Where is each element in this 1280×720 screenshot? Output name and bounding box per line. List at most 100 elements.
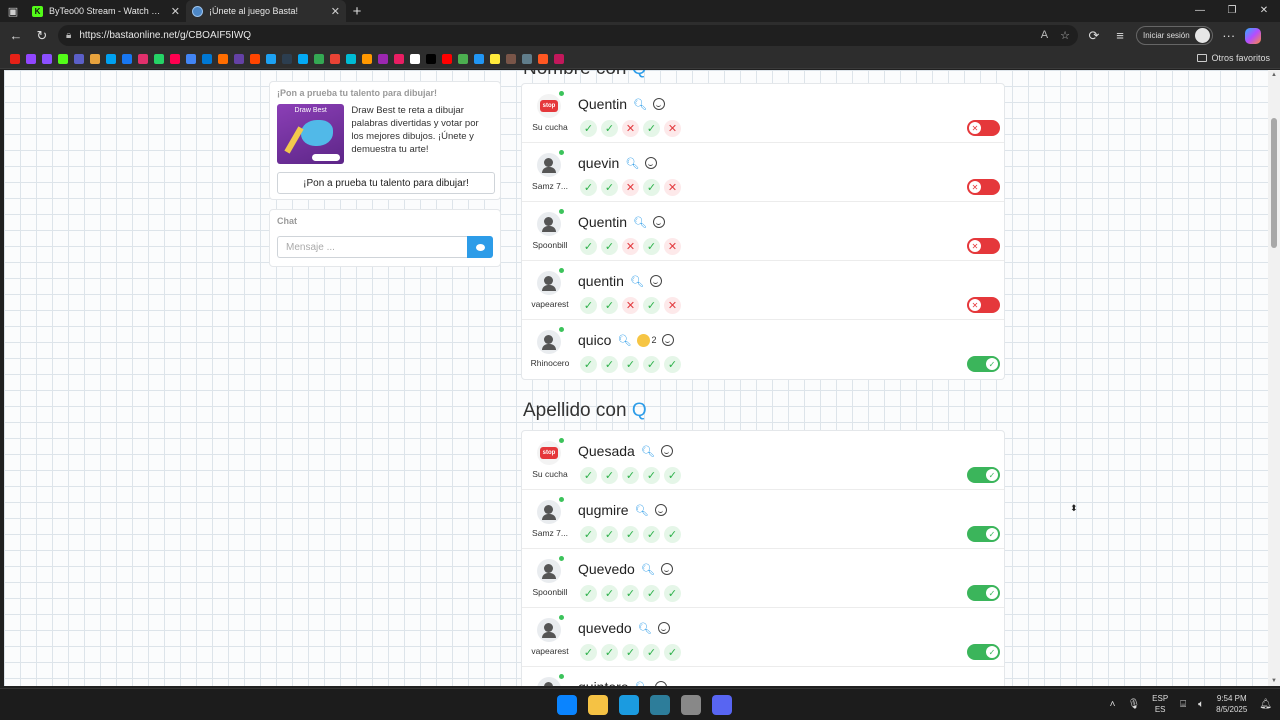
- bookmark-icon[interactable]: [218, 53, 228, 64]
- bookmark-icon[interactable]: [330, 53, 340, 64]
- bookmark-icon[interactable]: [394, 53, 404, 64]
- favorites-icon[interactable]: ≡: [1110, 28, 1130, 43]
- search-icon[interactable]: 🔍︎: [641, 445, 655, 458]
- scroll-down-icon[interactable]: ▼: [1271, 678, 1277, 684]
- bookmark-icon[interactable]: [522, 53, 532, 64]
- bookmark-icon[interactable]: [266, 53, 276, 64]
- bookmark-icon[interactable]: [538, 53, 548, 64]
- bookmark-icon[interactable]: [378, 53, 388, 64]
- bookmark-icon[interactable]: [554, 53, 564, 64]
- tab-basta[interactable]: ¡Únete al juego Basta! ✕: [186, 0, 346, 22]
- bookmark-icon[interactable]: [362, 53, 372, 64]
- bookmark-icon[interactable]: [186, 53, 196, 64]
- bookmark-icon[interactable]: [170, 53, 180, 64]
- network-icon[interactable]: ⌸: [1180, 699, 1186, 710]
- favorite-star-icon[interactable]: ☆: [1060, 29, 1070, 42]
- bookmark-icon[interactable]: [442, 53, 452, 64]
- taskbar-app-icon[interactable]: [650, 695, 670, 715]
- lock-icon[interactable]: 🔒︎: [66, 30, 71, 41]
- bookmark-icon[interactable]: [122, 53, 132, 64]
- add-reaction-icon[interactable]: [654, 681, 667, 686]
- search-icon[interactable]: 🔍︎: [617, 334, 631, 347]
- new-tab-button[interactable]: +: [346, 3, 368, 20]
- search-icon[interactable]: 🔍︎: [633, 216, 647, 229]
- add-reaction-icon[interactable]: [653, 98, 666, 110]
- other-favorites[interactable]: Otros favoritos: [1197, 53, 1270, 63]
- minimize-icon[interactable]: —: [1184, 0, 1216, 22]
- scrollbar-thumb[interactable]: [1271, 118, 1277, 248]
- bookmark-icon[interactable]: [474, 53, 484, 64]
- bookmark-icon[interactable]: [490, 53, 500, 64]
- add-reaction-icon[interactable]: [654, 504, 667, 516]
- close-tab-icon[interactable]: ✕: [171, 5, 180, 18]
- search-icon[interactable]: 🔍︎: [630, 275, 644, 288]
- search-icon[interactable]: 🔍︎: [635, 504, 649, 517]
- taskbar-app-icon[interactable]: [557, 695, 577, 715]
- bookmark-icon[interactable]: [10, 53, 20, 64]
- extensions-icon[interactable]: ⟳: [1084, 28, 1104, 44]
- bookmark-icon[interactable]: [250, 53, 260, 64]
- bookmark-icon[interactable]: [506, 53, 516, 64]
- bookmark-icon[interactable]: [426, 53, 436, 64]
- accept-toggle[interactable]: ✓: [967, 467, 1000, 483]
- bookmark-icon[interactable]: [234, 53, 244, 64]
- copilot-icon[interactable]: [1244, 27, 1261, 44]
- tab-kick[interactable]: K ByTeo00 Stream - Watch Live on Kick ✕: [26, 0, 186, 22]
- scroll-up-icon[interactable]: ▲: [1271, 72, 1277, 78]
- bookmark-icon[interactable]: [138, 53, 148, 64]
- bookmark-icon[interactable]: [314, 53, 324, 64]
- add-reaction-icon[interactable]: [653, 216, 666, 228]
- accept-toggle[interactable]: ✕: [967, 297, 1000, 313]
- taskbar-app-icon[interactable]: [619, 695, 639, 715]
- search-icon[interactable]: 🔍︎: [638, 622, 652, 635]
- laugh-reaction[interactable]: 2: [637, 333, 656, 347]
- refresh-icon[interactable]: ↻: [32, 28, 52, 44]
- address-bar[interactable]: 🔒︎ https://bastaonline.net/g/CBOAIF5IWQ …: [58, 25, 1078, 46]
- bookmark-icon[interactable]: [202, 53, 212, 64]
- accept-toggle[interactable]: ✓: [967, 644, 1000, 660]
- taskbar-app-icon[interactable]: [588, 695, 608, 715]
- draw-best-button[interactable]: ¡Pon a prueba tu talento para dibujar!: [277, 172, 495, 194]
- bookmark-icon[interactable]: [26, 53, 36, 64]
- taskbar-app-icon[interactable]: [681, 695, 701, 715]
- add-reaction-icon[interactable]: [662, 334, 675, 346]
- add-reaction-icon[interactable]: [660, 563, 673, 575]
- bookmark-icon[interactable]: [74, 53, 84, 64]
- bookmark-icon[interactable]: [298, 53, 308, 64]
- bookmark-icon[interactable]: [58, 53, 68, 64]
- add-reaction-icon[interactable]: [657, 622, 670, 634]
- close-window-icon[interactable]: ✕: [1248, 0, 1280, 22]
- search-icon[interactable]: 🔍︎: [635, 681, 649, 687]
- chat-input[interactable]: Mensaje ...: [277, 236, 468, 258]
- bookmark-icon[interactable]: [410, 53, 420, 64]
- tab-actions-icon[interactable]: ▣: [0, 0, 26, 22]
- accept-toggle[interactable]: ✓: [967, 526, 1000, 542]
- search-icon[interactable]: 🔍︎: [625, 157, 639, 170]
- scrollbar[interactable]: ▲ ▼: [1268, 70, 1280, 686]
- accept-toggle[interactable]: ✕: [967, 179, 1000, 195]
- maximize-icon[interactable]: ❐: [1216, 0, 1248, 22]
- bookmark-icon[interactable]: [106, 53, 116, 64]
- search-icon[interactable]: 🔍︎: [641, 563, 655, 576]
- back-icon[interactable]: ←: [6, 28, 26, 43]
- signin-button[interactable]: Iniciar sesión: [1136, 26, 1213, 45]
- bookmark-icon[interactable]: [42, 53, 52, 64]
- language-indicator[interactable]: ESP ES: [1152, 693, 1168, 715]
- bookmark-icon[interactable]: [346, 53, 356, 64]
- accept-toggle[interactable]: ✕: [967, 120, 1000, 136]
- bookmark-icon[interactable]: [90, 53, 100, 64]
- add-reaction-icon[interactable]: [660, 445, 673, 457]
- close-tab-icon[interactable]: ✕: [331, 5, 340, 18]
- clock[interactable]: 9:54 PM 8/5/2025: [1216, 693, 1247, 715]
- bookmark-icon[interactable]: [282, 53, 292, 64]
- search-icon[interactable]: 🔍︎: [633, 98, 647, 111]
- send-message-button[interactable]: [467, 236, 493, 258]
- accept-toggle[interactable]: ✓: [967, 585, 1000, 601]
- microphone-icon[interactable]: 🎙︎: [1127, 699, 1140, 710]
- bookmark-icon[interactable]: [154, 53, 164, 64]
- taskbar-app-icon[interactable]: [712, 695, 732, 715]
- read-aloud-icon[interactable]: A: [1041, 29, 1048, 42]
- accept-toggle[interactable]: ✕: [967, 238, 1000, 254]
- chevron-up-icon[interactable]: ˄: [1110, 699, 1116, 710]
- draw-best-image[interactable]: Draw Best: [277, 104, 345, 164]
